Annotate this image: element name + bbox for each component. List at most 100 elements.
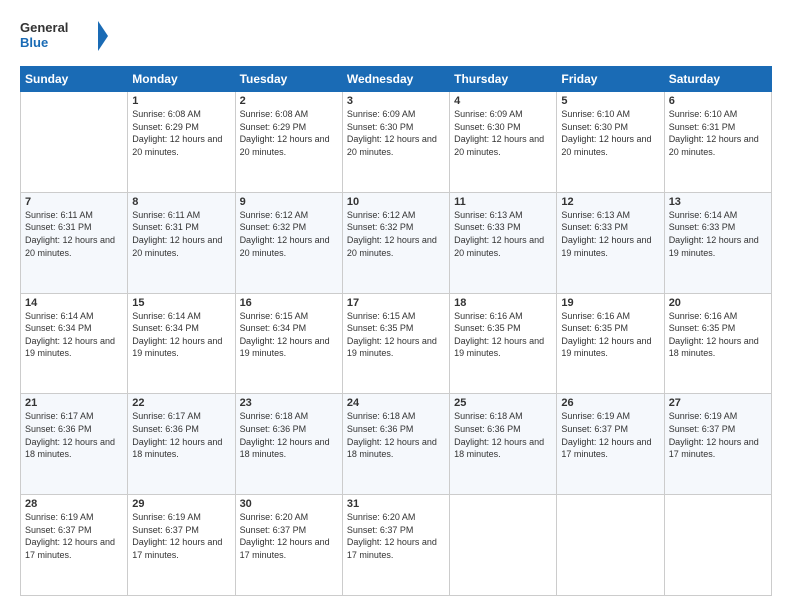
day-number: 29: [132, 498, 230, 510]
week-row-3: 14 Sunrise: 6:14 AMSunset: 6:34 PMDayligh…: [21, 293, 772, 394]
calendar-cell: 13Sunrise: 6:14 AMSunset: 6:33 PMDayligh…: [664, 192, 771, 293]
day-info: Sunrise: 6:09 AMSunset: 6:30 PMDaylight:…: [454, 108, 552, 158]
day-number: 13: [669, 196, 767, 208]
day-info: Sunrise: 6:19 AMSunset: 6:37 PMDaylight:…: [132, 511, 230, 561]
day-number: 18: [454, 297, 552, 309]
day-number: 14: [25, 297, 123, 309]
svg-text:General: General: [20, 20, 68, 35]
day-number: 17: [347, 297, 445, 309]
day-number: 12: [561, 196, 659, 208]
day-number: 15: [132, 297, 230, 309]
day-info: Sunrise: 6:16 AMSunset: 6:35 PMDaylight:…: [669, 310, 767, 360]
day-number: 5: [561, 95, 659, 107]
calendar-cell: 31Sunrise: 6:20 AMSunset: 6:37 PMDayligh…: [342, 495, 449, 596]
calendar-cell: 1Sunrise: 6:08 AMSunset: 6:29 PMDaylight…: [128, 92, 235, 193]
weekday-header-monday: Monday: [128, 67, 235, 92]
calendar-cell: 18Sunrise: 6:16 AMSunset: 6:35 PMDayligh…: [450, 293, 557, 394]
day-number: 10: [347, 196, 445, 208]
day-number: 22: [132, 397, 230, 409]
calendar-cell: 9Sunrise: 6:12 AMSunset: 6:32 PMDaylight…: [235, 192, 342, 293]
page: General Blue SundayMondayTuesdayWednesda…: [0, 0, 792, 612]
week-row-4: 21Sunrise: 6:17 AMSunset: 6:36 PMDayligh…: [21, 394, 772, 495]
day-number: 7: [25, 196, 123, 208]
day-info: Sunrise: 6:18 AMSunset: 6:36 PMDaylight:…: [240, 410, 338, 460]
day-number: 8: [132, 196, 230, 208]
weekday-header-tuesday: Tuesday: [235, 67, 342, 92]
day-number: 11: [454, 196, 552, 208]
weekday-header-friday: Friday: [557, 67, 664, 92]
calendar-cell: [21, 92, 128, 193]
day-number: 1: [132, 95, 230, 107]
calendar-cell: [450, 495, 557, 596]
calendar-cell: 22Sunrise: 6:17 AMSunset: 6:36 PMDayligh…: [128, 394, 235, 495]
day-info: Sunrise: 6:19 AMSunset: 6:37 PMDaylight:…: [669, 410, 767, 460]
calendar-cell: 29Sunrise: 6:19 AMSunset: 6:37 PMDayligh…: [128, 495, 235, 596]
day-info: Sunrise: 6:18 AMSunset: 6:36 PMDaylight:…: [454, 410, 552, 460]
calendar-cell: 30Sunrise: 6:20 AMSunset: 6:37 PMDayligh…: [235, 495, 342, 596]
calendar-cell: 2Sunrise: 6:08 AMSunset: 6:29 PMDaylight…: [235, 92, 342, 193]
calendar-cell: 26Sunrise: 6:19 AMSunset: 6:37 PMDayligh…: [557, 394, 664, 495]
day-number: 4: [454, 95, 552, 107]
calendar-cell: 3Sunrise: 6:09 AMSunset: 6:30 PMDaylight…: [342, 92, 449, 193]
day-info: Sunrise: 6:15 AMSunset: 6:35 PMDaylight:…: [347, 310, 445, 360]
calendar-cell: 6Sunrise: 6:10 AMSunset: 6:31 PMDaylight…: [664, 92, 771, 193]
calendar-cell: 7Sunrise: 6:11 AMSunset: 6:31 PMDaylight…: [21, 192, 128, 293]
day-info: Sunrise: 6:16 AMSunset: 6:35 PMDaylight:…: [561, 310, 659, 360]
week-row-2: 7Sunrise: 6:11 AMSunset: 6:31 PMDaylight…: [21, 192, 772, 293]
calendar-cell: 25Sunrise: 6:18 AMSunset: 6:36 PMDayligh…: [450, 394, 557, 495]
day-number: 30: [240, 498, 338, 510]
calendar-cell: 4Sunrise: 6:09 AMSunset: 6:30 PMDaylight…: [450, 92, 557, 193]
day-info: Sunrise: 6:11 AMSunset: 6:31 PMDaylight:…: [132, 209, 230, 259]
day-info: Sunrise: 6:17 AMSunset: 6:36 PMDaylight:…: [132, 410, 230, 460]
calendar-cell: 24Sunrise: 6:18 AMSunset: 6:36 PMDayligh…: [342, 394, 449, 495]
day-info: Sunrise: 6:14 AMSunset: 6:34 PMDaylight:…: [132, 310, 230, 360]
logo: General Blue: [20, 16, 110, 56]
day-number: 16: [240, 297, 338, 309]
calendar-cell: 14Sunrise: 6:14 AMSunset: 6:34 PMDayligh…: [21, 293, 128, 394]
weekday-header-sunday: Sunday: [21, 67, 128, 92]
day-number: 9: [240, 196, 338, 208]
day-info: Sunrise: 6:11 AMSunset: 6:31 PMDaylight:…: [25, 209, 123, 259]
calendar-cell: 19Sunrise: 6:16 AMSunset: 6:35 PMDayligh…: [557, 293, 664, 394]
header: General Blue: [20, 16, 772, 56]
calendar-cell: 5Sunrise: 6:10 AMSunset: 6:30 PMDaylight…: [557, 92, 664, 193]
calendar-cell: 20Sunrise: 6:16 AMSunset: 6:35 PMDayligh…: [664, 293, 771, 394]
week-row-1: 1Sunrise: 6:08 AMSunset: 6:29 PMDaylight…: [21, 92, 772, 193]
calendar-cell: 28Sunrise: 6:19 AMSunset: 6:37 PMDayligh…: [21, 495, 128, 596]
day-number: 19: [561, 297, 659, 309]
day-info: Sunrise: 6:10 AMSunset: 6:30 PMDaylight:…: [561, 108, 659, 158]
day-info: Sunrise: 6:15 AMSunset: 6:34 PMDaylight:…: [240, 310, 338, 360]
weekday-header-saturday: Saturday: [664, 67, 771, 92]
day-number: 28: [25, 498, 123, 510]
logo-svg: General Blue: [20, 16, 110, 56]
calendar-cell: 10Sunrise: 6:12 AMSunset: 6:32 PMDayligh…: [342, 192, 449, 293]
day-info: Sunrise: 6:20 AMSunset: 6:37 PMDaylight:…: [240, 511, 338, 561]
calendar-cell: 15Sunrise: 6:14 AMSunset: 6:34 PMDayligh…: [128, 293, 235, 394]
day-info: Sunrise: 6:20 AMSunset: 6:37 PMDaylight:…: [347, 511, 445, 561]
calendar-cell: 11Sunrise: 6:13 AMSunset: 6:33 PMDayligh…: [450, 192, 557, 293]
calendar-cell: 17Sunrise: 6:15 AMSunset: 6:35 PMDayligh…: [342, 293, 449, 394]
day-info: Sunrise: 6:13 AMSunset: 6:33 PMDaylight:…: [561, 209, 659, 259]
calendar-cell: 23Sunrise: 6:18 AMSunset: 6:36 PMDayligh…: [235, 394, 342, 495]
calendar-cell: [557, 495, 664, 596]
day-info: Sunrise: 6:13 AMSunset: 6:33 PMDaylight:…: [454, 209, 552, 259]
day-number: 21: [25, 397, 123, 409]
day-info: Sunrise: 6:17 AMSunset: 6:36 PMDaylight:…: [25, 410, 123, 460]
day-info: Sunrise: 6:12 AMSunset: 6:32 PMDaylight:…: [240, 209, 338, 259]
day-number: 3: [347, 95, 445, 107]
week-row-5: 28Sunrise: 6:19 AMSunset: 6:37 PMDayligh…: [21, 495, 772, 596]
day-number: 20: [669, 297, 767, 309]
day-info: Sunrise: 6:14 AMSunset: 6:33 PMDaylight:…: [669, 209, 767, 259]
day-info: Sunrise: 6:16 AMSunset: 6:35 PMDaylight:…: [454, 310, 552, 360]
calendar-cell: 27Sunrise: 6:19 AMSunset: 6:37 PMDayligh…: [664, 394, 771, 495]
weekday-header-wednesday: Wednesday: [342, 67, 449, 92]
weekday-header-row: SundayMondayTuesdayWednesdayThursdayFrid…: [21, 67, 772, 92]
day-number: 2: [240, 95, 338, 107]
day-info: Sunrise: 6:08 AMSunset: 6:29 PMDaylight:…: [132, 108, 230, 158]
day-info: Sunrise: 6:10 AMSunset: 6:31 PMDaylight:…: [669, 108, 767, 158]
day-info: Sunrise: 6:19 AMSunset: 6:37 PMDaylight:…: [25, 511, 123, 561]
day-info: Sunrise: 6:12 AMSunset: 6:32 PMDaylight:…: [347, 209, 445, 259]
calendar-cell: 16Sunrise: 6:15 AMSunset: 6:34 PMDayligh…: [235, 293, 342, 394]
day-number: 26: [561, 397, 659, 409]
day-number: 27: [669, 397, 767, 409]
